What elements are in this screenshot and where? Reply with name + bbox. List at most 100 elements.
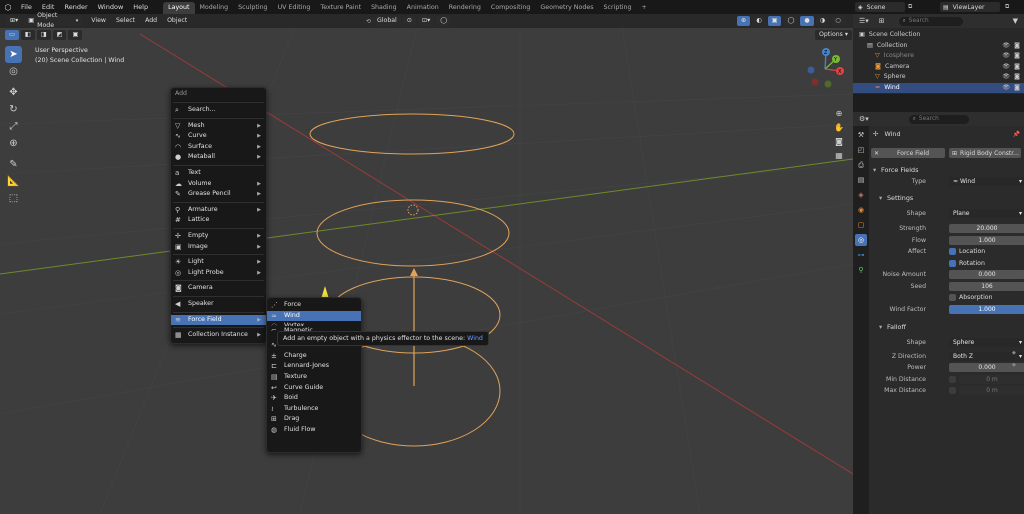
tab-uv-editing[interactable]: UV Editing bbox=[273, 2, 316, 14]
decorator-dot-icon[interactable]: ◆ bbox=[1012, 360, 1020, 372]
select-new-icon[interactable]: ▭ bbox=[5, 30, 19, 40]
add-menu-item-volume[interactable]: ☁ Volume ▶ bbox=[171, 179, 266, 190]
navigation-gizmo[interactable]: X Y Z bbox=[800, 44, 850, 94]
shape-dropdown[interactable]: Plane ▾ bbox=[949, 208, 1024, 218]
add-menu-item-grease-pencil[interactable]: ✎ Grease Pencil ▶ bbox=[171, 189, 266, 200]
force-field-item-boid[interactable]: ✈ Boid bbox=[267, 393, 361, 404]
render-tab-icon[interactable]: ◰ bbox=[855, 144, 867, 156]
properties-search-input[interactable]: ⌕ Search bbox=[908, 114, 969, 124]
force-field-item-charge[interactable]: ± Charge bbox=[267, 351, 361, 362]
outliner-row-icosphere[interactable]: ▽ Icosphere 👁 ◙ bbox=[853, 51, 1024, 62]
rendered-shading-icon[interactable]: ○ bbox=[831, 16, 845, 26]
wireframe-shading-icon[interactable]: ◯ bbox=[783, 16, 799, 26]
add-menu-item-metaball[interactable]: ● Metaball ▶ bbox=[171, 152, 266, 163]
scene-selector[interactable]: ◈ Scene bbox=[855, 2, 905, 12]
mode-selector[interactable]: ▣ Object Mode ▾ bbox=[24, 12, 83, 29]
menu-window[interactable]: Window bbox=[93, 0, 129, 14]
outliner-editor-icon[interactable]: ☰▾ bbox=[859, 17, 869, 25]
select-invert-icon[interactable]: ◩ bbox=[52, 30, 67, 40]
tab-rendering[interactable]: Rendering bbox=[444, 2, 486, 14]
zoom-icon[interactable]: ⊕ bbox=[833, 106, 845, 120]
rigid-body-constraint-button[interactable]: ⊞ Rigid Body Constr... bbox=[949, 148, 1021, 158]
tab-sculpting[interactable]: Sculpting bbox=[233, 2, 272, 14]
render-camera-icon[interactable]: ◙ bbox=[1014, 41, 1020, 52]
material-shading-icon[interactable]: ◑ bbox=[815, 16, 830, 26]
add-menu-item-camera[interactable]: ◙ Camera bbox=[171, 283, 266, 294]
tab-scripting[interactable]: Scripting bbox=[599, 2, 637, 14]
transform-orientation[interactable]: ⟲ Global ⊙ ⊡▾ ◯ bbox=[366, 16, 452, 26]
force-field-item-texture[interactable]: ▤ Texture bbox=[267, 372, 361, 383]
rotate-tool-icon[interactable]: ↻ bbox=[5, 101, 22, 118]
min-distance-field[interactable]: 0 m bbox=[959, 374, 1024, 384]
editor-type-button[interactable]: ⊞▾ bbox=[6, 16, 23, 26]
annotate-tool-icon[interactable]: ✎ bbox=[5, 156, 22, 173]
viewport-menu-add[interactable]: Add bbox=[140, 16, 162, 26]
outliner-row-camera[interactable]: ◙ Camera 👁 ◙ bbox=[853, 62, 1024, 73]
grid-view-icon[interactable]: ▦ bbox=[833, 148, 845, 162]
tab-shading[interactable]: Shading bbox=[366, 2, 402, 14]
tab-texture-paint[interactable]: Texture Paint bbox=[315, 2, 366, 14]
outliner-filter-funnel-icon[interactable]: ▼ bbox=[1013, 17, 1018, 25]
render-camera-icon[interactable]: ◙ bbox=[1014, 62, 1020, 73]
viewport-menu-select[interactable]: Select bbox=[111, 16, 140, 26]
visibility-eye-icon[interactable]: 👁 bbox=[1002, 51, 1010, 62]
force-field-item-wind[interactable]: ≈ Wind bbox=[267, 310, 361, 322]
add-menu-item-light-probe[interactable]: ◎ Light Probe ▶ bbox=[171, 268, 266, 279]
force-field-item-fluid-flow[interactable]: ◍ Fluid Flow bbox=[267, 425, 361, 436]
force-field-item-turbulence[interactable]: ≀ Turbulence bbox=[267, 404, 361, 415]
add-menu-item-collection-instance[interactable]: ▦ Collection Instance ▶ bbox=[171, 330, 266, 341]
tab-geometry-nodes[interactable]: Geometry Nodes bbox=[535, 2, 598, 14]
view-layer-copy-icon[interactable]: ⧉ bbox=[1005, 3, 1009, 11]
force-fields-section[interactable]: Force Fields bbox=[871, 164, 1024, 176]
add-menu-item-light[interactable]: ☀ Light ▶ bbox=[171, 257, 266, 268]
overlay-toggle-icon[interactable]: ◐ bbox=[752, 16, 766, 26]
proportional-edit-icon[interactable]: ◯ bbox=[436, 16, 452, 26]
physics-tab-icon[interactable]: ◎ bbox=[855, 234, 867, 246]
render-camera-icon[interactable]: ◙ bbox=[1014, 72, 1020, 83]
add-menu-item-empty[interactable]: ✢ Empty ▶ bbox=[171, 231, 266, 242]
camera-view-icon[interactable]: ◙ bbox=[833, 134, 845, 148]
type-dropdown[interactable]: ≈ Wind ▾ bbox=[949, 177, 1024, 186]
add-menu-item-surface[interactable]: ◠ Surface ▶ bbox=[171, 142, 266, 153]
tab-animation[interactable]: Animation bbox=[402, 2, 444, 14]
add-menu-item-image[interactable]: ▣ Image ▶ bbox=[171, 242, 266, 253]
force-field-item-lennard-jones[interactable]: ⊏ Lennard-Jones bbox=[267, 361, 361, 372]
force-field-item-drag[interactable]: ⊞ Drag bbox=[267, 414, 361, 425]
add-cube-tool-icon[interactable]: ⬚ bbox=[5, 190, 22, 207]
add-menu-item-force-field[interactable]: ≋ Force Field ▶ bbox=[171, 314, 266, 326]
strength-field[interactable]: 20.000 bbox=[949, 224, 1024, 233]
outliner-row-sphere[interactable]: ▽ Sphere 👁 ◙ bbox=[853, 72, 1024, 83]
view-layer-tab-icon[interactable]: ▤ bbox=[855, 174, 867, 186]
force-field-item-force[interactable]: ⋰ Force bbox=[267, 300, 361, 311]
add-workspace-button[interactable]: + bbox=[637, 2, 652, 14]
scene-copy-icon[interactable]: ⧉ bbox=[908, 3, 912, 11]
world-tab-icon[interactable]: ◉ bbox=[855, 204, 867, 216]
filter-icon[interactable]: ⊞ bbox=[879, 17, 885, 25]
falloff-section[interactable]: Falloff bbox=[877, 321, 1024, 333]
measure-tool-icon[interactable]: 📐 bbox=[5, 173, 22, 190]
scene-tab-icon[interactable]: ◈ bbox=[855, 189, 867, 201]
outliner-row-collection[interactable]: ▤ Collection 👁 ◙ bbox=[853, 41, 1024, 52]
visibility-eye-icon[interactable]: 👁 bbox=[1002, 72, 1010, 83]
menu-file[interactable]: File bbox=[16, 0, 37, 14]
outliner-row-scene-collection[interactable]: ▣ Scene Collection bbox=[853, 30, 1024, 41]
render-camera-icon[interactable]: ◙ bbox=[1014, 83, 1020, 94]
falloff-shape-dropdown[interactable]: Sphere ▾ bbox=[949, 338, 1024, 347]
force-field-button[interactable]: ✕ Force Field bbox=[871, 148, 945, 158]
wind-factor-field[interactable]: 1.000 bbox=[949, 304, 1024, 314]
solid-shading-icon[interactable]: ● bbox=[800, 16, 814, 26]
tab-compositing[interactable]: Compositing bbox=[486, 2, 535, 14]
data-tab-icon[interactable]: ⚲ bbox=[855, 264, 867, 276]
options-button[interactable]: Options ▾ bbox=[815, 30, 852, 40]
visibility-eye-icon[interactable]: 👁 bbox=[1002, 62, 1010, 73]
add-menu-item-armature[interactable]: ⚲ Armature ▶ bbox=[171, 205, 266, 216]
settings-section[interactable]: Settings bbox=[877, 192, 1024, 204]
add-menu-item-mesh[interactable]: ▽ Mesh ▶ bbox=[171, 121, 266, 132]
3d-viewport[interactable]: ⊞▾ ▣ Object Mode ▾ View Select Add Object ⟲… bbox=[0, 12, 853, 514]
absorption-checkbox[interactable] bbox=[949, 294, 956, 301]
properties-editor-icon[interactable]: ⚙▾ bbox=[859, 115, 869, 123]
render-camera-icon[interactable]: ◙ bbox=[1014, 51, 1020, 62]
max-distance-field[interactable]: 0 m bbox=[959, 386, 1024, 395]
add-menu-item-curve[interactable]: ∿ Curve ▶ bbox=[171, 131, 266, 142]
outliner-row-wind[interactable]: ≈ Wind 👁 ◙ bbox=[853, 82, 1024, 94]
